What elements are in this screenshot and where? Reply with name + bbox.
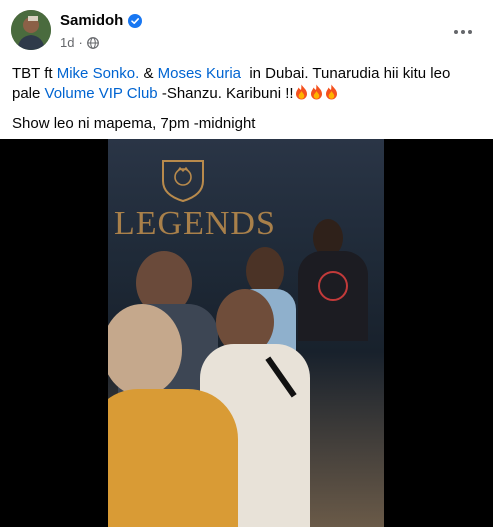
text-fragment: &: [139, 65, 158, 82]
post-line-2: Show leo ni mapema, 7pm -midnight: [12, 115, 256, 132]
person-shirt: [108, 389, 238, 527]
author-row: Samidoh: [60, 12, 143, 29]
more-dot: [468, 30, 472, 34]
post-meta: 1d ·: [60, 35, 99, 50]
meta-separator: ·: [78, 35, 83, 50]
more-dot: [461, 30, 465, 34]
post-body: TBT ft Mike Sonko. & Moses Kuria in Duba…: [12, 64, 482, 144]
fire-icon: [294, 84, 309, 100]
mention-mike-sonko[interactable]: Mike Sonko.: [57, 65, 140, 82]
fire-icon: [309, 84, 324, 100]
fire-icon: [324, 84, 339, 100]
post-header: Samidoh 1d ·: [0, 0, 493, 62]
more-dot: [454, 30, 458, 34]
shirt-logo: [318, 271, 348, 301]
legends-crest-icon: [162, 160, 204, 203]
mention-moses-kuria[interactable]: Moses Kuria: [158, 65, 241, 82]
legends-logo-text: LEGENDS: [114, 205, 276, 242]
post-line-1: TBT ft Mike Sonko. & Moses Kuria in Duba…: [12, 64, 482, 104]
video-player[interactable]: LEGENDS: [0, 139, 493, 527]
post-timestamp[interactable]: 1d: [60, 35, 74, 50]
author-avatar[interactable]: [11, 10, 51, 50]
globe-icon[interactable]: [86, 36, 99, 49]
avatar-photo: [11, 10, 51, 50]
author-name[interactable]: Samidoh: [60, 12, 123, 29]
more-options-icon[interactable]: [449, 18, 477, 46]
verified-badge-icon: [128, 13, 143, 28]
mention-volume-vip-club[interactable]: Volume VIP Club: [45, 85, 158, 102]
text-fragment: TBT ft: [12, 65, 57, 82]
person-head: [246, 247, 284, 295]
video-frame[interactable]: LEGENDS: [108, 139, 384, 527]
text-fragment: -Shanzu. Karibuni !!: [157, 85, 294, 102]
